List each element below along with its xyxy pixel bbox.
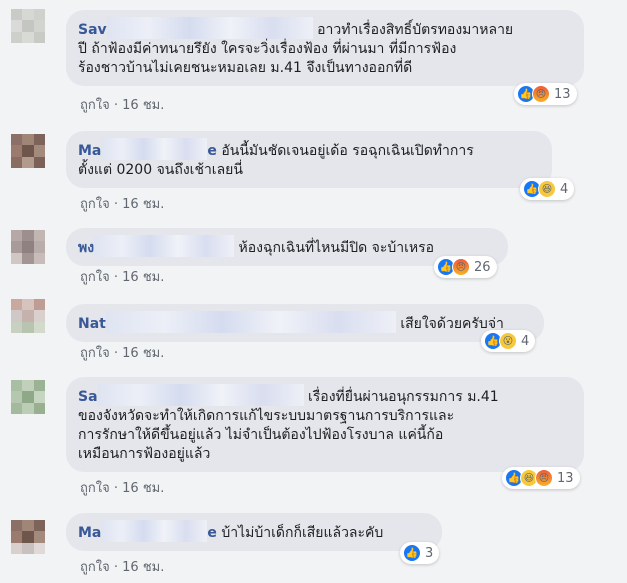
like-link[interactable]: ถูกใจ: [80, 481, 110, 496]
separator: ·: [113, 346, 118, 361]
avatar[interactable]: [11, 380, 45, 414]
comment-meta: ถูกใจ · 16 ชม.: [80, 477, 164, 498]
avatar[interactable]: [11, 9, 45, 43]
author-name[interactable]: Sav: [78, 22, 107, 38]
like-icon: 👍: [403, 544, 421, 562]
reaction-count: 13: [557, 470, 574, 486]
reaction-count: 4: [560, 181, 569, 197]
blurred-name: [106, 17, 313, 39]
comment-text: เหมือนการฟ้องอยู่แล้ว: [78, 446, 211, 462]
author-name[interactable]: พง: [78, 240, 94, 256]
blurred-name: [105, 311, 396, 333]
separator: ·: [113, 270, 118, 285]
blurred-name: [101, 138, 208, 160]
separator: ·: [113, 98, 118, 113]
avatar[interactable]: [11, 230, 45, 264]
like-link[interactable]: ถูกใจ: [80, 197, 110, 212]
separator: ·: [113, 560, 118, 575]
blurred-name: [101, 520, 208, 542]
separator: ·: [113, 197, 118, 212]
avatar[interactable]: [11, 520, 45, 554]
avatar[interactable]: [11, 134, 45, 168]
comment-text: อาวทำเรื่องสิทธิ์บัตรทองมาหลาย: [317, 22, 514, 38]
comment-text: ตั้งแต่ 0200 จนถึงเช้าเลยนี่: [78, 162, 243, 178]
comment-text: ห้องฉุกเฉินที่ไหนมีปิด จะบ้าเหรอ: [238, 240, 435, 256]
comment-text: ปี ถ้าฟ้องมีค่าทนายรึยัง ใครจะวิ่งเรื่อง…: [78, 41, 457, 57]
comment-meta: ถูกใจ · 16 ชม.: [80, 94, 164, 115]
comment-text: ร้องชาวบ้านไม่เคยชนะหมอเลย ม.41 จึงเป็นท…: [78, 60, 413, 76]
comment-bubble: Sav อาวทำเรื่องสิทธิ์บัตรทองมาหลาย ปี ถ้…: [66, 10, 584, 86]
like-link[interactable]: ถูกใจ: [80, 560, 110, 575]
comment-bubble: Sa เรื่องที่ยื่นผ่านอนุกรรมการ ม.41 ของจ…: [66, 377, 584, 472]
haha-icon: 😆: [538, 180, 556, 198]
comment-meta: ถูกใจ · 16 ชม.: [80, 266, 164, 287]
reactions-summary[interactable]: 👍 😠 26: [434, 256, 497, 278]
timestamp[interactable]: 16 ชม.: [122, 560, 164, 575]
comment-bubble: Ma e บ้าไม่บ้าเด็กก็เสียแล้วละคับ: [66, 513, 442, 551]
author-name[interactable]: Ma: [78, 525, 101, 541]
author-name-tail[interactable]: e: [207, 143, 217, 159]
reaction-count: 3: [425, 545, 434, 561]
reactions-summary[interactable]: 👍 3: [400, 542, 440, 564]
separator: ·: [113, 481, 118, 496]
blurred-name: [97, 384, 304, 406]
like-link[interactable]: ถูกใจ: [80, 346, 110, 361]
author-name[interactable]: Nat: [78, 316, 106, 332]
comment-text: เรื่องที่ยื่นผ่านอนุกรรมการ ม.41: [307, 389, 499, 405]
timestamp[interactable]: 16 ชม.: [122, 346, 164, 361]
comment-meta: ถูกใจ · 16 ชม.: [80, 342, 164, 363]
comment-bubble: Ma e อันนี้มันชัดเจนอยู่เด้อ รอฉุกเฉินเปิ…: [66, 131, 552, 188]
wow-icon: 😮: [499, 332, 517, 350]
blurred-name: [94, 235, 235, 257]
avatar[interactable]: [11, 299, 45, 333]
timestamp[interactable]: 16 ชม.: [122, 481, 164, 496]
comment-text: อันนี้มันชัดเจนอยู่เด้อ รอฉุกเฉินเปิดทำก…: [221, 143, 474, 159]
angry-icon: 😠: [535, 469, 553, 487]
author-name[interactable]: Ma: [78, 143, 101, 159]
author-name-tail[interactable]: e: [207, 525, 217, 541]
author-name[interactable]: Sa: [78, 389, 98, 405]
reactions-summary[interactable]: 👍 😮 4: [481, 330, 536, 352]
comment-text: ของจังหวัดจะทำให้เกิดการแก้ไขระบบมาตรฐาน…: [78, 408, 455, 424]
comment-meta: ถูกใจ · 16 ชม.: [80, 556, 164, 577]
like-link[interactable]: ถูกใจ: [80, 270, 110, 285]
timestamp[interactable]: 16 ชม.: [122, 270, 164, 285]
reaction-count: 13: [554, 86, 571, 102]
reactions-summary[interactable]: 👍 😠 13: [514, 83, 577, 105]
reactions-summary[interactable]: 👍 😆 4: [520, 178, 575, 200]
reaction-count: 26: [474, 259, 491, 275]
timestamp[interactable]: 16 ชม.: [122, 98, 164, 113]
comment-text: บ้าไม่บ้าเด็กก็เสียแล้วละคับ: [221, 525, 384, 541]
comment-meta: ถูกใจ · 16 ชม.: [80, 193, 164, 214]
timestamp[interactable]: 16 ชม.: [122, 197, 164, 212]
reaction-count: 4: [521, 333, 530, 349]
like-link[interactable]: ถูกใจ: [80, 98, 110, 113]
comment-text: การรักษาให้ดีขึ้นอยู่แล้ว ไม่จำเป็นต้องไ…: [78, 427, 444, 443]
reactions-summary[interactable]: 👍 😆 😠 13: [502, 467, 580, 489]
angry-icon: 😠: [452, 258, 470, 276]
comment-bubble: Nat เสียใจด้วยครับจ่า: [66, 304, 544, 342]
angry-icon: 😠: [532, 85, 550, 103]
